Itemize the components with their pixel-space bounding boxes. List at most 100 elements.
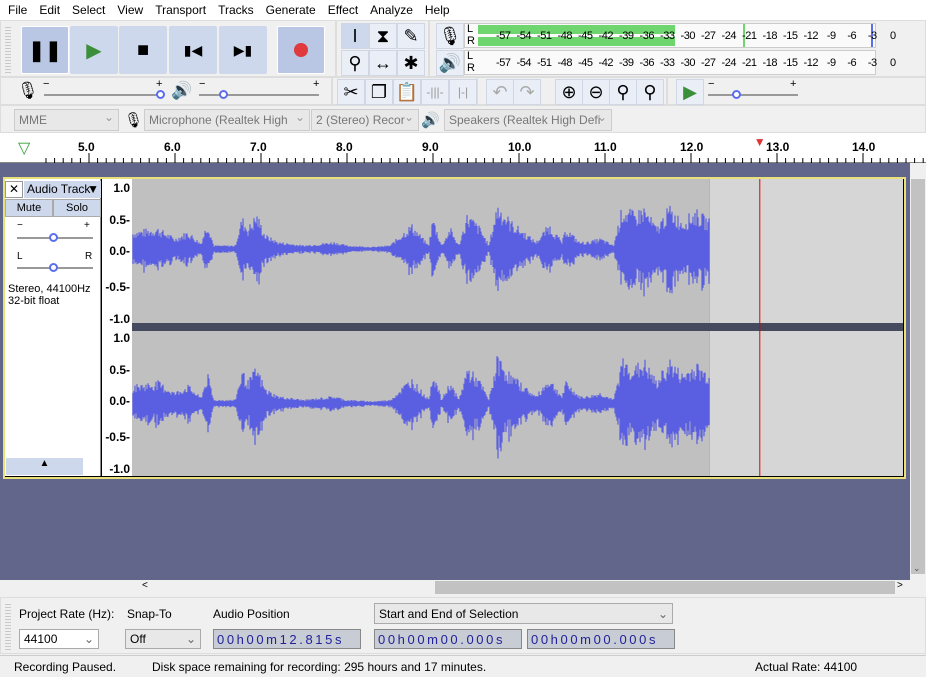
meter-tick-label: -9 bbox=[826, 30, 836, 42]
rec-plus: + bbox=[156, 78, 163, 90]
record-meter-button[interactable]: 🎙 bbox=[436, 23, 464, 49]
playback-speed-slider[interactable] bbox=[708, 90, 798, 99]
menu-edit[interactable]: Edit bbox=[33, 3, 66, 17]
paste-button[interactable]: 📋 bbox=[393, 79, 421, 105]
zoom-in-icon: ⊕ bbox=[561, 81, 577, 102]
snap-to-value: Off bbox=[130, 632, 146, 646]
speaker-icon: 🔊 bbox=[421, 112, 440, 129]
pause-icon: ❚❚ bbox=[28, 39, 62, 62]
trim-button[interactable]: -|||- bbox=[421, 79, 449, 105]
menu-help[interactable]: Help bbox=[419, 3, 456, 17]
scroll-right-icon[interactable]: > bbox=[897, 580, 903, 591]
zoom-out-button[interactable]: ⊖ bbox=[582, 79, 610, 105]
menu-view[interactable]: View bbox=[111, 3, 149, 17]
timeline-ruler[interactable]: ▽ ▼ 5.0 6.0 7.0 8.0 9.0 10.0 11.0 12.0 13.0 14.0 bbox=[0, 133, 926, 163]
track-menu-button[interactable]: Audio Track ▼ bbox=[24, 181, 101, 198]
envelope-tool[interactable]: ⧗ bbox=[369, 23, 397, 49]
audio-position-field[interactable]: 00h00m12.815s bbox=[213, 629, 361, 649]
recording-channels-select[interactable]: 2 (Stereo) Recor bbox=[311, 109, 419, 131]
recording-device-select[interactable]: Microphone (Realtek High bbox=[144, 109, 310, 131]
scroll-down-icon[interactable]: ⌄ bbox=[913, 563, 921, 574]
copy-button[interactable]: ❐ bbox=[365, 79, 393, 105]
close-track-button[interactable]: ✕ bbox=[5, 181, 23, 198]
slider-thumb[interactable] bbox=[49, 233, 58, 242]
audio-host-select[interactable]: MME bbox=[14, 109, 119, 131]
toolbar-grip[interactable] bbox=[5, 25, 11, 73]
menu-tracks[interactable]: Tracks bbox=[212, 3, 260, 17]
meter-tick-label: -21 bbox=[742, 57, 757, 69]
menu-transport[interactable]: Transport bbox=[149, 3, 212, 17]
slider-thumb[interactable] bbox=[732, 90, 741, 99]
playback-device-select[interactable]: Speakers (Realtek High Defi bbox=[444, 109, 612, 131]
playback-meter[interactable]: L R -57 -54 -51 -48 -45 -42 -39 -36 -33 -30 -27 -24… bbox=[464, 50, 896, 75]
record-button[interactable] bbox=[277, 26, 325, 74]
skip-to-end-button[interactable]: ▶▮ bbox=[219, 26, 267, 74]
meter-tick-label: -12 bbox=[803, 30, 819, 42]
stop-button[interactable]: ■ bbox=[119, 26, 167, 74]
playback-volume-slider[interactable] bbox=[199, 90, 319, 99]
recording-volume-slider[interactable] bbox=[44, 90, 165, 99]
play-meter-button[interactable]: 🔊 bbox=[436, 50, 464, 76]
slider-thumb[interactable] bbox=[156, 90, 165, 99]
copy-icon: ❐ bbox=[370, 81, 388, 102]
meter-tick-label: -45 bbox=[578, 57, 593, 69]
record-meter[interactable]: L R -57 -54 -51 -48 -45 -42 -39 -36 -33 -30 -27 -24… bbox=[464, 23, 896, 48]
play-button[interactable]: ▶ bbox=[70, 26, 118, 74]
waveform-display[interactable] bbox=[132, 179, 903, 476]
scale-label: -1.0 bbox=[109, 462, 130, 476]
toolbar-grip[interactable] bbox=[5, 602, 11, 650]
fit-selection-button[interactable]: ⚲ bbox=[609, 79, 637, 105]
ruler-label: 8.0 bbox=[336, 140, 353, 154]
redo-button[interactable]: ↷ bbox=[513, 79, 541, 105]
silence-button[interactable]: |-| bbox=[449, 79, 477, 105]
pause-button[interactable]: ❚❚ bbox=[21, 26, 69, 74]
meter-tick-label: -18 bbox=[762, 57, 778, 69]
snap-to-label: Snap-To bbox=[127, 607, 172, 621]
scrollbar-thumb[interactable] bbox=[911, 179, 925, 574]
scroll-left-icon[interactable]: < bbox=[142, 580, 148, 591]
zoom-tool[interactable]: ⚲ bbox=[341, 50, 369, 76]
track-sample-format: 32-bit float bbox=[8, 295, 60, 307]
mute-button[interactable]: Mute bbox=[5, 199, 53, 217]
horizontal-scrollbar[interactable]: < > bbox=[0, 580, 926, 595]
meter-ticks: -57 -54 -51 -48 -45 -42 -39 -36 -33 -30 -27 -24 -21-… bbox=[493, 30, 903, 42]
collapse-track-button[interactable]: ▲ bbox=[6, 458, 83, 475]
menu-effect[interactable]: Effect bbox=[322, 3, 364, 17]
meter-tick-label: -15 bbox=[783, 30, 798, 42]
timeshift-tool[interactable]: ↔ bbox=[369, 50, 397, 76]
menu-analyze[interactable]: Analyze bbox=[364, 3, 419, 17]
zoom-in-button[interactable]: ⊕ bbox=[555, 79, 583, 105]
multi-tool[interactable]: ✱ bbox=[397, 50, 425, 76]
selection-end-field[interactable]: 00h00m00.000s bbox=[527, 629, 675, 649]
meter-tick-label: -30 bbox=[680, 57, 696, 69]
gain-slider[interactable] bbox=[17, 233, 93, 242]
selection-start-field[interactable]: 00h00m00.000s bbox=[374, 629, 522, 649]
playhead-marker-icon[interactable]: ▼ bbox=[754, 135, 766, 149]
slider-thumb[interactable] bbox=[49, 263, 58, 272]
snap-to-select[interactable]: Off ⌄ bbox=[125, 629, 201, 649]
selection-tool[interactable]: I bbox=[341, 23, 369, 49]
selection-mode-select[interactable]: Start and End of Selection ⌄ bbox=[374, 603, 673, 624]
menu-file[interactable]: File bbox=[2, 3, 33, 17]
solo-button[interactable]: Solo bbox=[53, 199, 101, 217]
selection-start-value: 00h00m00.000s bbox=[378, 632, 506, 647]
draw-tool[interactable]: ✎ bbox=[397, 23, 425, 49]
project-rate-select[interactable]: 44100 ⌄ bbox=[19, 629, 99, 649]
audio-position-label: Audio Position bbox=[213, 607, 290, 621]
scissors-icon: ✂ bbox=[343, 81, 359, 102]
menu-generate[interactable]: Generate bbox=[260, 3, 322, 17]
meter-tick-label: -3 bbox=[867, 57, 877, 69]
undo-button[interactable]: ↶ bbox=[486, 79, 514, 105]
meter-tick-label: -48 bbox=[557, 57, 573, 69]
cut-button[interactable]: ✂ bbox=[337, 79, 365, 105]
fit-project-button[interactable]: ⚲ bbox=[636, 79, 664, 105]
menu-select[interactable]: Select bbox=[66, 3, 111, 17]
slider-thumb[interactable] bbox=[219, 90, 228, 99]
scrollbar-thumb[interactable] bbox=[435, 581, 895, 594]
pan-slider[interactable] bbox=[17, 263, 93, 272]
vertical-scrollbar[interactable]: ⌄ bbox=[910, 163, 926, 580]
pan-right-label: R bbox=[85, 251, 93, 262]
play-at-speed-button[interactable]: ▶ bbox=[676, 79, 704, 105]
microphone-icon: 🎙 bbox=[438, 25, 462, 46]
skip-to-start-button[interactable]: ▮◀ bbox=[169, 26, 217, 74]
